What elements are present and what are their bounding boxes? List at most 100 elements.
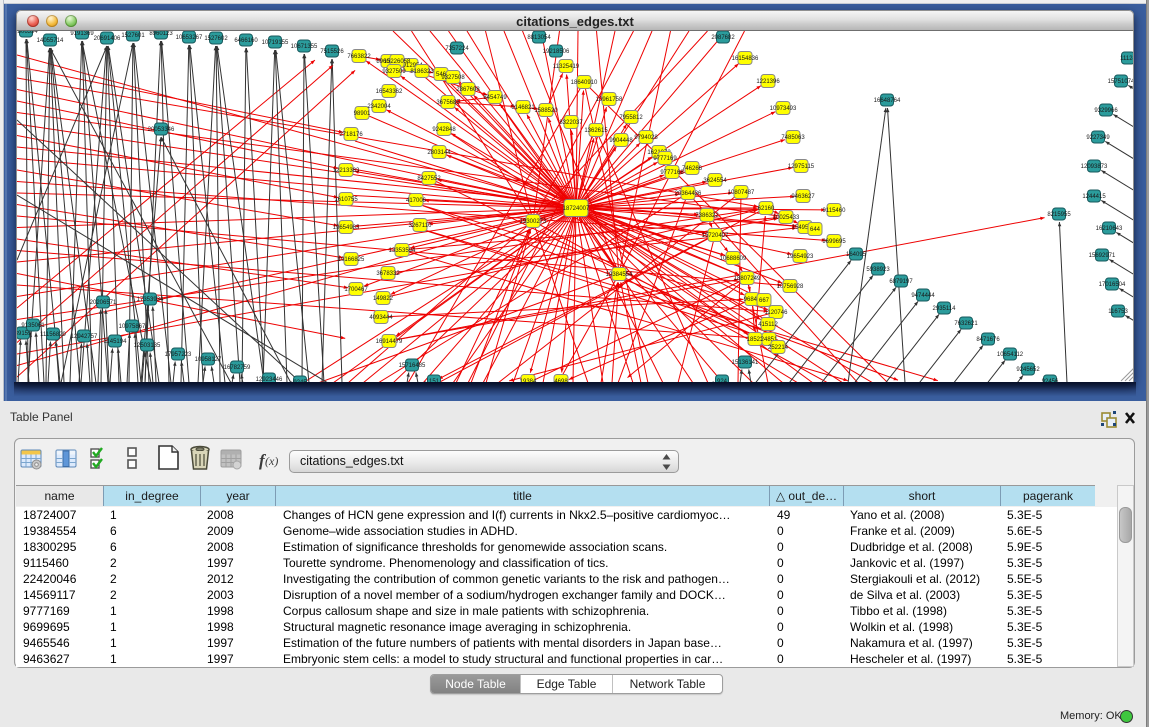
svg-text:19300273: 19300273 <box>520 219 547 225</box>
svg-text:62160: 62160 <box>758 206 775 212</box>
svg-text:(x): (x) <box>265 454 278 468</box>
svg-text:15720407: 15720407 <box>702 233 729 239</box>
svg-text:7386322: 7386322 <box>695 213 719 219</box>
svg-text:14055714: 14055714 <box>37 38 64 44</box>
svg-text:11124: 11124 <box>1120 56 1134 62</box>
svg-text:20053346: 20053346 <box>148 127 175 133</box>
svg-text:39159: 39159 <box>17 331 32 337</box>
svg-text:415112: 415112 <box>758 322 778 328</box>
svg-text:12093873: 12093873 <box>1081 164 1108 170</box>
svg-text:1145194: 1145194 <box>104 339 128 345</box>
svg-text:2935114: 2935114 <box>933 306 957 312</box>
svg-text:12503135: 12503135 <box>134 343 161 349</box>
svg-text:8427552: 8427552 <box>417 176 441 182</box>
svg-text:9115460: 9115460 <box>823 208 847 214</box>
svg-text:7357224: 7357224 <box>445 46 469 52</box>
svg-text:10961758: 10961758 <box>596 97 623 103</box>
svg-text:16154836: 16154836 <box>732 56 759 62</box>
svg-text:644: 644 <box>810 227 821 233</box>
svg-text:417006: 417006 <box>406 198 427 204</box>
svg-text:3267110: 3267110 <box>409 223 433 229</box>
svg-text:9794028: 9794028 <box>634 135 658 141</box>
svg-text:16782759: 16782759 <box>224 365 251 371</box>
svg-text:17353934: 17353934 <box>137 297 164 303</box>
svg-text:10671355: 10671355 <box>291 44 318 50</box>
svg-text:2718176: 2718176 <box>339 132 363 138</box>
svg-text:16648764: 16648764 <box>874 98 901 104</box>
svg-text:7515526: 7515526 <box>320 49 344 55</box>
svg-text:20206571: 20206571 <box>90 300 117 306</box>
svg-text:15136141: 15136141 <box>732 360 759 366</box>
svg-text:19384554: 19384554 <box>606 272 633 278</box>
svg-text:10973493: 10973493 <box>770 106 797 112</box>
svg-text:9474444: 9474444 <box>911 293 935 299</box>
svg-text:9329966: 9329966 <box>1094 108 1118 114</box>
svg-text:9146821: 9146821 <box>511 105 535 111</box>
svg-text:1221396: 1221396 <box>756 79 780 85</box>
svg-text:1806394: 1806394 <box>17 31 38 35</box>
svg-text:7632621: 7632621 <box>954 321 978 327</box>
svg-text:18724007: 18724007 <box>563 206 590 212</box>
svg-text:10025433: 10025433 <box>773 215 800 221</box>
svg-text:8454749: 8454749 <box>483 95 507 101</box>
svg-text:18640910: 18640910 <box>571 80 598 86</box>
svg-text:9242848: 9242848 <box>432 127 456 133</box>
svg-text:17957223: 17957223 <box>165 352 192 358</box>
svg-text:16210643: 16210643 <box>1096 226 1123 232</box>
svg-text:92456: 92456 <box>1042 379 1059 382</box>
svg-text:9327508: 9327508 <box>441 75 465 81</box>
svg-text:9135061: 9135061 <box>21 323 45 329</box>
svg-text:1244415: 1244415 <box>1082 194 1106 200</box>
svg-text:746266: 746266 <box>682 166 703 172</box>
svg-text:19654923: 19654923 <box>787 254 814 260</box>
svg-text:19218506: 19218506 <box>543 49 570 55</box>
svg-text:151: 151 <box>429 379 440 382</box>
svg-text:16543362: 16543362 <box>376 89 403 95</box>
svg-text:2803144: 2803144 <box>427 150 451 156</box>
svg-text:9327509: 9327509 <box>382 69 406 75</box>
svg-text:8322037: 8322037 <box>559 120 583 126</box>
svg-text:8960123: 8960123 <box>149 31 173 37</box>
svg-text:19166825: 19166825 <box>338 257 365 263</box>
svg-text:10807487: 10807487 <box>728 190 755 196</box>
svg-text:8471676: 8471676 <box>976 337 1000 343</box>
svg-text:9227349: 9227349 <box>1086 135 1110 141</box>
svg-text:20364436: 20364436 <box>675 191 702 197</box>
svg-text:10719155: 10719155 <box>262 40 289 46</box>
svg-text:7485063: 7485063 <box>781 135 805 141</box>
svg-text:8186323: 8186323 <box>410 69 434 75</box>
svg-text:10958127: 10958127 <box>195 357 222 363</box>
svg-text:10653267: 10653267 <box>176 35 203 41</box>
svg-text:149822: 149822 <box>373 296 394 302</box>
svg-text:16914479: 16914479 <box>376 339 403 345</box>
svg-text:9904448: 9904448 <box>609 138 633 144</box>
svg-text:5938923: 5938923 <box>866 267 890 273</box>
svg-text:13353594: 13353594 <box>389 248 416 254</box>
svg-text:8215955: 8215955 <box>1047 212 1071 218</box>
svg-text:116753: 116753 <box>1108 309 1128 315</box>
svg-text:1588520: 1588520 <box>534 108 558 114</box>
svg-text:1610755: 1610755 <box>334 197 358 203</box>
svg-text:10654112: 10654112 <box>997 352 1024 358</box>
svg-text:11156829: 11156829 <box>40 332 66 338</box>
svg-text:12942757: 12942757 <box>71 334 98 340</box>
svg-text:19384: 19384 <box>520 379 537 382</box>
svg-text:6466160: 6466160 <box>234 38 258 44</box>
svg-text:2342004: 2342004 <box>367 104 391 110</box>
svg-text:9463627: 9463627 <box>791 194 815 200</box>
svg-text:10688609: 10688609 <box>720 256 747 262</box>
svg-text:10756928: 10756928 <box>777 284 804 290</box>
svg-text:1362615: 1362615 <box>584 128 608 134</box>
svg-text:3675685: 3675685 <box>436 100 460 106</box>
svg-text:3678332: 3678332 <box>376 271 400 277</box>
svg-text:7955812: 7955812 <box>619 115 643 121</box>
svg-text:2087682: 2087682 <box>711 35 735 41</box>
svg-text:12975115: 12975115 <box>788 164 815 170</box>
svg-text:6879197: 6879197 <box>889 279 913 285</box>
svg-text:11325419: 11325419 <box>553 64 580 70</box>
svg-text:4093444: 4093444 <box>369 315 393 321</box>
svg-text:9245: 9245 <box>293 380 307 382</box>
svg-text:1527601: 1527601 <box>121 33 145 39</box>
svg-text:10975867: 10975867 <box>119 324 146 330</box>
svg-text:9699695: 9699695 <box>822 239 846 245</box>
